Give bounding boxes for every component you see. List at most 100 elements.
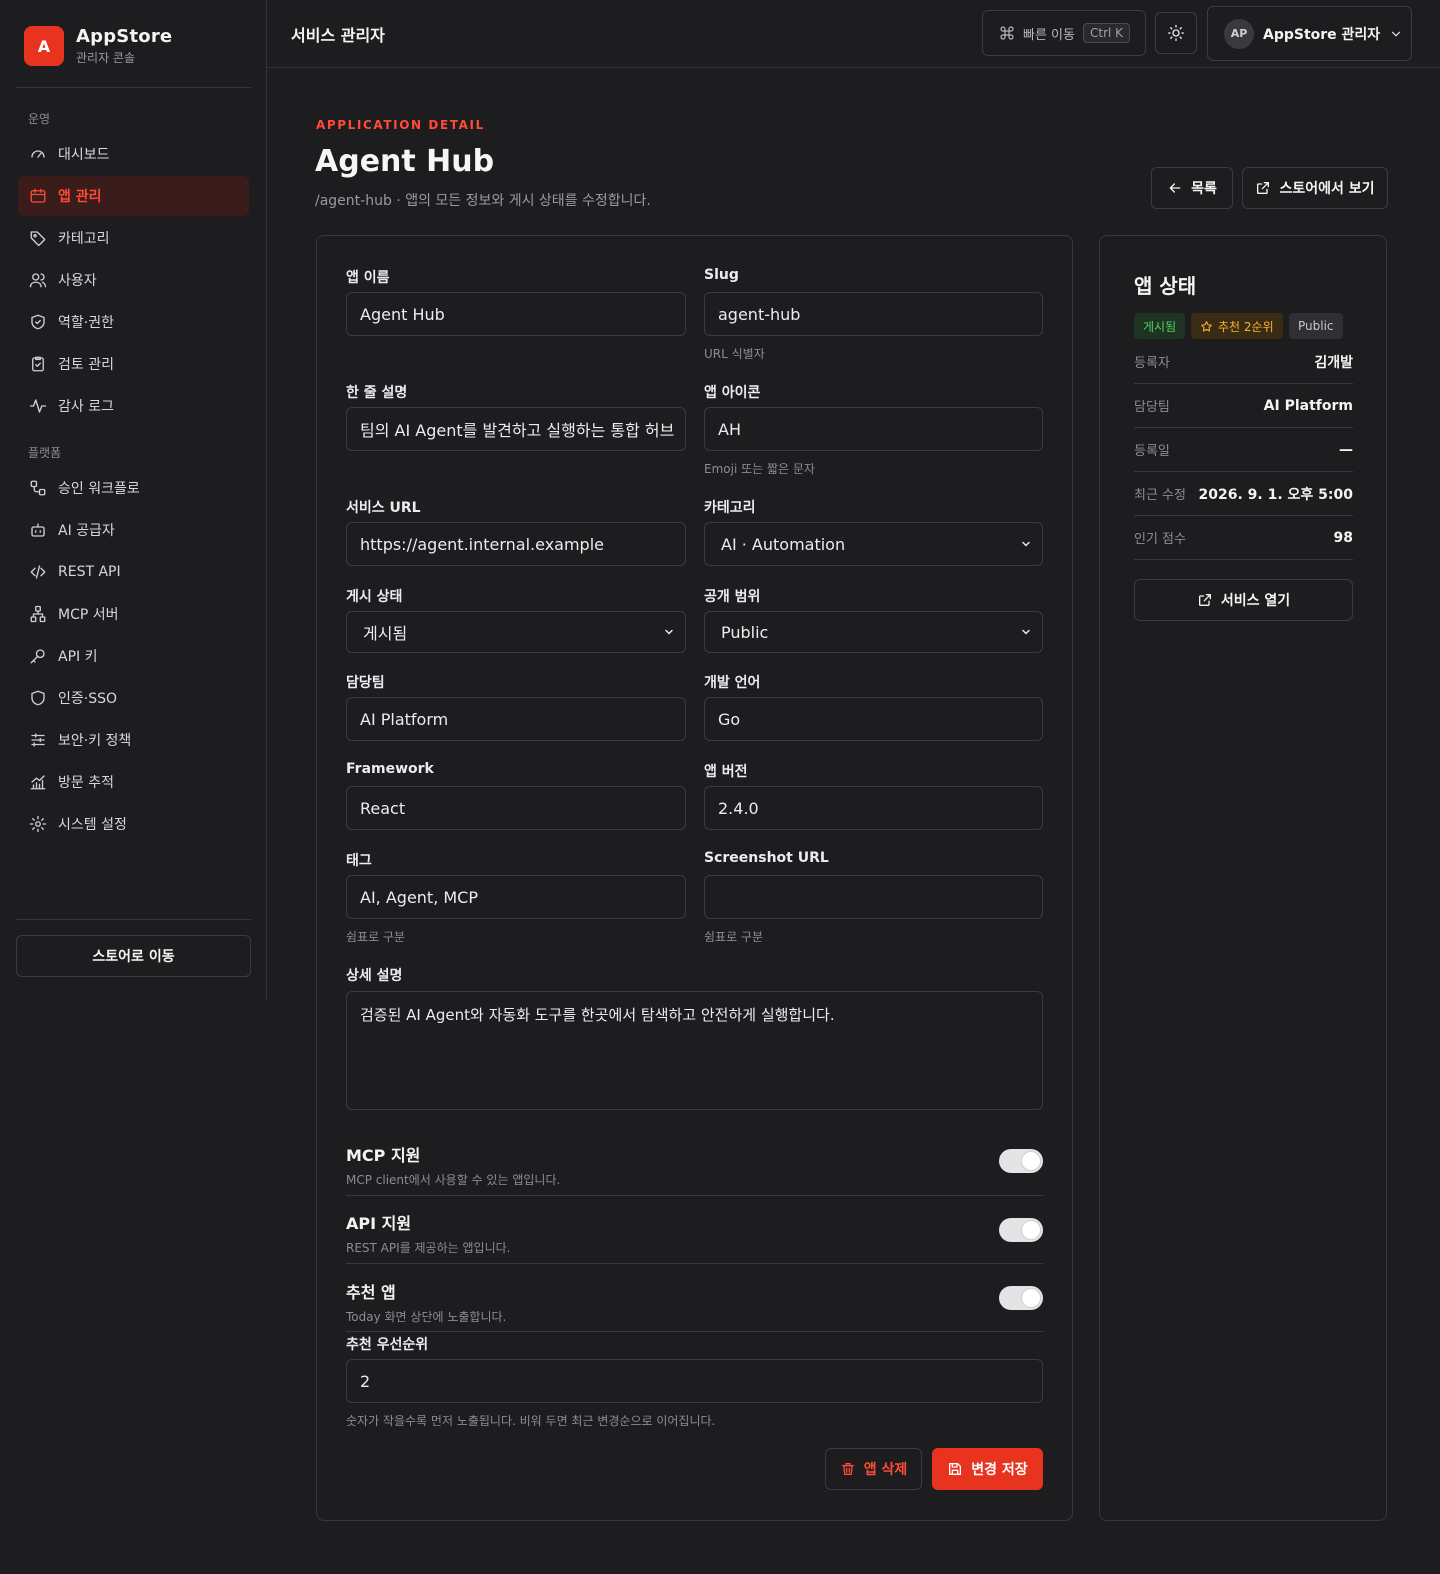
sidebar-item-workflow[interactable]: 승인 워크플로 — [18, 468, 249, 508]
app-name-input[interactable]: Agent Hub — [346, 292, 686, 336]
app-icon-input[interactable]: AH — [704, 407, 1043, 451]
external-link-icon — [1255, 180, 1271, 196]
avatar: AP — [1224, 18, 1254, 49]
status-badge-published: 게시됨 — [1134, 313, 1186, 339]
go-to-store-button[interactable]: 스토어로 이동 — [16, 935, 251, 977]
mcp-support-desc: MCP client에서 사용할 수 있는 앱입니다. — [346, 1173, 561, 1187]
sidebar-item-label: 시스템 설정 — [58, 817, 127, 833]
sidebar-item-api-keys[interactable]: API 키 — [18, 636, 249, 676]
theme-toggle-button[interactable] — [1155, 12, 1197, 54]
brand-subtitle: 관리자 콘솔 — [76, 51, 136, 65]
users-icon — [28, 270, 48, 290]
quick-nav-button[interactable]: 빠른 이동 Ctrl K — [982, 10, 1146, 56]
visibility-value: Public — [721, 622, 769, 642]
detail-desc-textarea[interactable]: 검증된 AI Agent와 자동화 도구를 한곳에서 탐색하고 안전하게 실행합… — [346, 991, 1043, 1110]
language-label: 개발 언어 — [704, 675, 761, 691]
category-select[interactable]: AI · Automation — [704, 522, 1043, 566]
nav-group-operations: 운영 — [28, 112, 51, 126]
publish-status-value: 게시됨 — [363, 624, 408, 643]
sidebar-item-label: 감사 로그 — [58, 399, 114, 415]
status-key: 등록자 — [1134, 356, 1170, 371]
sidebar-item-ai-providers[interactable]: AI 공급자 — [18, 510, 249, 550]
tag-icon — [28, 228, 48, 248]
sidebar: A AppStore 관리자 콘솔 운영 대시보드 앱 관리 카테고리 사용자 … — [0, 0, 267, 1000]
sidebar-item-dashboard[interactable]: 대시보드 — [18, 134, 249, 174]
api-support-title: API 지원 — [346, 1214, 412, 1233]
chevron-down-icon — [1020, 626, 1032, 638]
team-label: 담당팀 — [346, 675, 385, 691]
category-value: AI · Automation — [721, 534, 846, 554]
delete-app-button[interactable]: 앱 삭제 — [825, 1448, 922, 1490]
tags-help: 쉼표로 구분 — [346, 930, 406, 944]
view-in-store-button[interactable]: 스토어에서 보기 — [1242, 167, 1388, 209]
mcp-support-toggle[interactable] — [999, 1149, 1043, 1173]
screenshot-url-help: 쉼표로 구분 — [704, 930, 764, 944]
screenshot-url-input[interactable] — [704, 875, 1043, 919]
sidebar-item-mcp-servers[interactable]: MCP 서버 — [18, 594, 249, 634]
app-window-icon — [28, 186, 48, 206]
delete-label: 앱 삭제 — [863, 1462, 908, 1478]
category-label: 카테고리 — [704, 500, 756, 516]
sidebar-item-reviews[interactable]: 검토 관리 — [18, 344, 249, 384]
api-support-row: API 지원 REST API를 제공하는 앱입니다. — [346, 1210, 1043, 1255]
save-icon — [947, 1461, 963, 1477]
brand-title: AppStore — [76, 26, 173, 47]
brand[interactable]: A AppStore 관리자 콘솔 — [24, 26, 172, 66]
short-desc-input[interactable]: 팀의 AI Agent를 발견하고 실행하는 통합 허브 — [346, 407, 686, 451]
sidebar-item-roles[interactable]: 역할·권한 — [18, 302, 249, 342]
sidebar-item-apps[interactable]: 앱 관리 — [18, 176, 249, 216]
app-name-label: 앱 이름 — [346, 270, 390, 286]
status-row-team: 담당팀 AI Platform — [1134, 384, 1353, 428]
tags-label: 태그 — [346, 853, 372, 869]
row-divider — [346, 1263, 1043, 1264]
status-row-registrant: 등록자 김개발 — [1134, 340, 1353, 384]
sidebar-item-categories[interactable]: 카테고리 — [18, 218, 249, 258]
team-input[interactable]: AI Platform — [346, 697, 686, 741]
visibility-select[interactable]: Public — [704, 611, 1043, 653]
version-input[interactable]: 2.4.0 — [704, 786, 1043, 830]
service-url-input[interactable]: https://agent.internal.example — [346, 522, 686, 566]
user-menu-button[interactable]: AP AppStore 관리자 — [1207, 6, 1412, 61]
status-badge-featured: 추천 2순위 — [1191, 313, 1283, 339]
publish-status-select[interactable]: 게시됨 — [346, 611, 686, 653]
sidebar-item-label: 보안·키 정책 — [58, 733, 132, 749]
view-in-store-label: 스토어에서 보기 — [1279, 181, 1375, 197]
nav-group-platform: 플랫폼 — [28, 446, 62, 460]
open-service-button[interactable]: 서비스 열기 — [1134, 579, 1353, 621]
framework-input[interactable]: React — [346, 786, 686, 830]
sidebar-divider — [16, 87, 251, 88]
open-service-label: 서비스 열기 — [1220, 593, 1291, 609]
sidebar-item-audit-log[interactable]: 감사 로그 — [18, 386, 249, 426]
row-divider — [346, 1195, 1043, 1196]
priority-label: 추천 우선순위 — [346, 1337, 429, 1353]
status-row-registered-date: 등록일 — — [1134, 428, 1353, 472]
status-row-popularity: 인기 점수 98 — [1134, 516, 1353, 560]
bot-icon — [28, 520, 48, 540]
language-input[interactable]: Go — [704, 697, 1043, 741]
key-icon — [28, 646, 48, 666]
priority-input[interactable]: 2 — [346, 1359, 1043, 1403]
clipboard-check-icon — [28, 354, 48, 374]
api-support-toggle[interactable] — [999, 1218, 1043, 1242]
sidebar-item-users[interactable]: 사용자 — [18, 260, 249, 300]
screenshot-url-label: Screenshot URL — [704, 850, 829, 866]
gauge-icon — [28, 144, 48, 164]
slug-input[interactable]: agent-hub — [704, 292, 1043, 336]
version-label: 앱 버전 — [704, 764, 748, 780]
featured-app-title: 추천 앱 — [346, 1283, 396, 1302]
sidebar-item-system-settings[interactable]: 시스템 설정 — [18, 804, 249, 844]
sidebar-divider — [16, 919, 251, 920]
sidebar-item-visit-tracking[interactable]: 방문 추적 — [18, 762, 249, 802]
featured-app-toggle[interactable] — [999, 1286, 1043, 1310]
sidebar-item-sso[interactable]: 인증·SSO — [18, 678, 249, 718]
save-changes-button[interactable]: 변경 저장 — [932, 1448, 1043, 1490]
tags-input[interactable]: AI, Agent, MCP — [346, 875, 686, 919]
chevron-down-icon — [663, 626, 675, 638]
sidebar-item-rest-api[interactable]: REST API — [18, 552, 249, 592]
app-icon-label: 앱 아이콘 — [704, 385, 761, 401]
back-to-list-button[interactable]: 목록 — [1151, 167, 1233, 209]
sidebar-item-security-policy[interactable]: 보안·키 정책 — [18, 720, 249, 760]
sidebar-item-label: API 키 — [58, 649, 98, 665]
status-key: 최근 수정 — [1134, 488, 1186, 503]
page-title: Agent Hub — [315, 144, 495, 179]
